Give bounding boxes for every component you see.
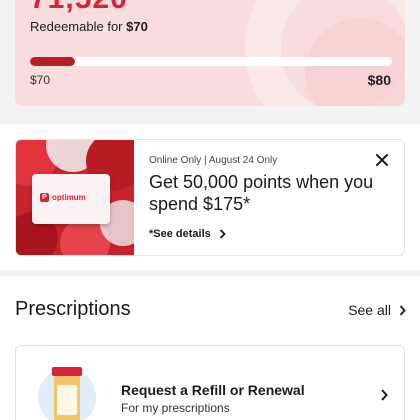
chevron-right-icon bbox=[219, 229, 226, 239]
progress-range-min: $70 bbox=[30, 73, 51, 87]
refill-subtitle: For my prescriptions bbox=[121, 401, 230, 415]
progress-range-max: $80 bbox=[367, 72, 391, 88]
see-all-label: See all bbox=[348, 302, 391, 318]
refill-renewal-card[interactable]: Request a Refill or Renewal For my presc… bbox=[15, 345, 405, 420]
see-all-link[interactable]: See all bbox=[348, 302, 406, 318]
optimum-logo: P optimum bbox=[40, 193, 86, 202]
promo-subheading: Online Only | August 24 Only bbox=[149, 155, 278, 166]
promo-title: Get 50,000 points when you spend $175* bbox=[149, 172, 374, 214]
promo-card[interactable]: P optimum Online Only | August 24 Only G… bbox=[15, 139, 405, 256]
points-progress-bar bbox=[30, 57, 392, 66]
chevron-right-icon bbox=[399, 304, 406, 316]
points-progress-fill bbox=[30, 57, 76, 66]
section-title: Prescriptions bbox=[15, 298, 131, 320]
points-card[interactable]: 71,520 Redeemable for $70 $70 $80 bbox=[15, 0, 405, 106]
pill-bottle-icon bbox=[52, 367, 82, 420]
promo-image: P optimum bbox=[16, 140, 134, 255]
points-balance: 71,520 bbox=[30, 0, 128, 16]
optimum-wordmark: optimum bbox=[52, 193, 86, 202]
redeemable-text: Redeemable for $70 bbox=[30, 19, 148, 34]
see-details-link[interactable]: *See details bbox=[149, 228, 226, 240]
chevron-right-icon bbox=[381, 389, 388, 401]
optimum-card-graphic: P optimum bbox=[32, 174, 110, 224]
close-icon[interactable] bbox=[374, 152, 390, 168]
redeemable-amount: $70 bbox=[126, 19, 148, 34]
optimum-mark-icon: P bbox=[40, 193, 49, 202]
redeemable-prefix: Redeemable for bbox=[30, 19, 127, 34]
refill-title: Request a Refill or Renewal bbox=[121, 382, 305, 398]
see-details-label: *See details bbox=[149, 228, 211, 240]
